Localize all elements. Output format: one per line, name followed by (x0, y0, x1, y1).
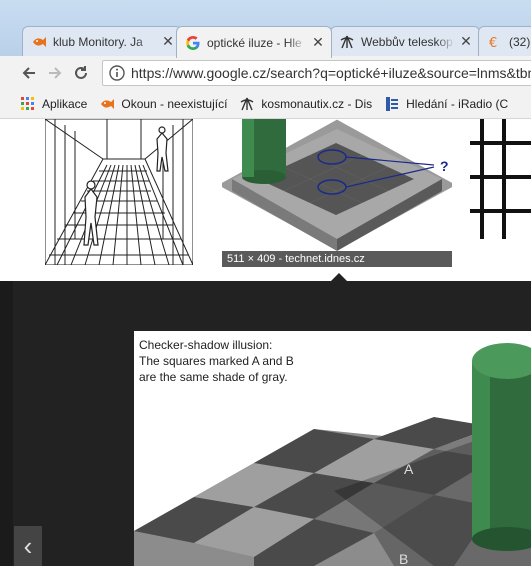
page-content: ? 511 × 409 - technet.idnes.cz Checker-s… (0, 119, 531, 566)
preview-sidebar (0, 281, 13, 566)
tab-title: klub Monitory. Ja (53, 34, 143, 49)
info-icon[interactable] (109, 65, 125, 81)
fish-icon (99, 96, 115, 112)
bookmark-iradio[interactable]: Hledání - iRadio (C (384, 96, 508, 112)
tab-title: (32) (509, 34, 531, 49)
close-tab-icon[interactable]: ✕ (459, 33, 473, 50)
illusion-description: Checker-shadow illusion: The squares mar… (139, 337, 294, 385)
bookmarks-bar: Aplikace Okoun - neexistující kosmonauti… (0, 90, 531, 119)
tab-opticke-iluze[interactable]: optické iluze - Hle ✕ (176, 26, 332, 58)
forward-arrow-icon[interactable] (44, 62, 66, 84)
close-tab-icon[interactable]: ✕ (161, 33, 175, 50)
reload-icon[interactable] (70, 62, 92, 84)
tab-notifications[interactable]: € (32) (478, 26, 531, 56)
bookmark-label: Okoun - neexistující (121, 97, 228, 111)
bookmark-label: Hledání - iRadio (C (406, 97, 509, 111)
previous-image-button[interactable]: ‹ (14, 526, 42, 566)
telescope-icon (239, 96, 255, 112)
window-titlebar: klub Monitory. Ja ✕ optické iluze - Hle … (0, 0, 531, 62)
tab-klub-monitory[interactable]: klub Monitory. Ja ✕ (22, 26, 182, 56)
svg-text:€: € (489, 36, 497, 50)
image-result-grid-illusion[interactable] (470, 119, 531, 239)
tab-title: optické iluze - Hle (207, 35, 302, 50)
bookmark-label: Aplikace (42, 97, 88, 111)
back-arrow-icon[interactable] (18, 62, 40, 84)
browser-toolbar: https://www.google.cz/search?q=optické+i… (0, 56, 531, 90)
tab-title: Webbův teleskop (361, 34, 453, 49)
apps-grid-icon (20, 96, 36, 112)
image-result-corridor-illusion[interactable] (45, 119, 193, 265)
tab-webbuv-teleskop[interactable]: Webbův teleskop ✕ (330, 26, 480, 56)
illusion-line: are the same shade of gray. (139, 370, 288, 384)
google-icon (185, 35, 201, 51)
radio-icon (384, 96, 400, 112)
bookmark-aplikace[interactable]: Aplikace (20, 96, 87, 112)
question-mark-label: ? (440, 158, 449, 174)
bookmark-okoun[interactable]: Okoun - neexistující (99, 96, 227, 112)
fish-icon (31, 34, 47, 50)
address-bar[interactable]: https://www.google.cz/search?q=optické+i… (102, 60, 531, 86)
preview-image[interactable]: Checker-shadow illusion: The squares mar… (134, 331, 531, 566)
image-caption: 511 × 409 - technet.idnes.cz (222, 251, 452, 267)
telescope-icon (339, 34, 355, 50)
square-a-label: A (404, 461, 414, 477)
image-results-row: ? 511 × 409 - technet.idnes.cz (0, 119, 531, 281)
chevron-left-icon: ‹ (23, 531, 33, 561)
euro-icon: € (487, 34, 503, 50)
square-b-label: B (399, 551, 409, 566)
close-tab-icon[interactable]: ✕ (311, 34, 325, 51)
bookmark-kosmonautix[interactable]: kosmonautix.cz - Dis (239, 96, 372, 112)
illusion-title: Checker-shadow illusion: (139, 338, 273, 352)
illusion-line: The squares marked A and B (139, 354, 294, 368)
bookmark-label: kosmonautix.cz - Dis (261, 97, 373, 111)
image-preview-panel: Checker-shadow illusion: The squares mar… (0, 281, 531, 566)
url-text: https://www.google.cz/search?q=optické+i… (131, 65, 531, 81)
image-result-checker-shadow[interactable]: ? (222, 119, 452, 251)
